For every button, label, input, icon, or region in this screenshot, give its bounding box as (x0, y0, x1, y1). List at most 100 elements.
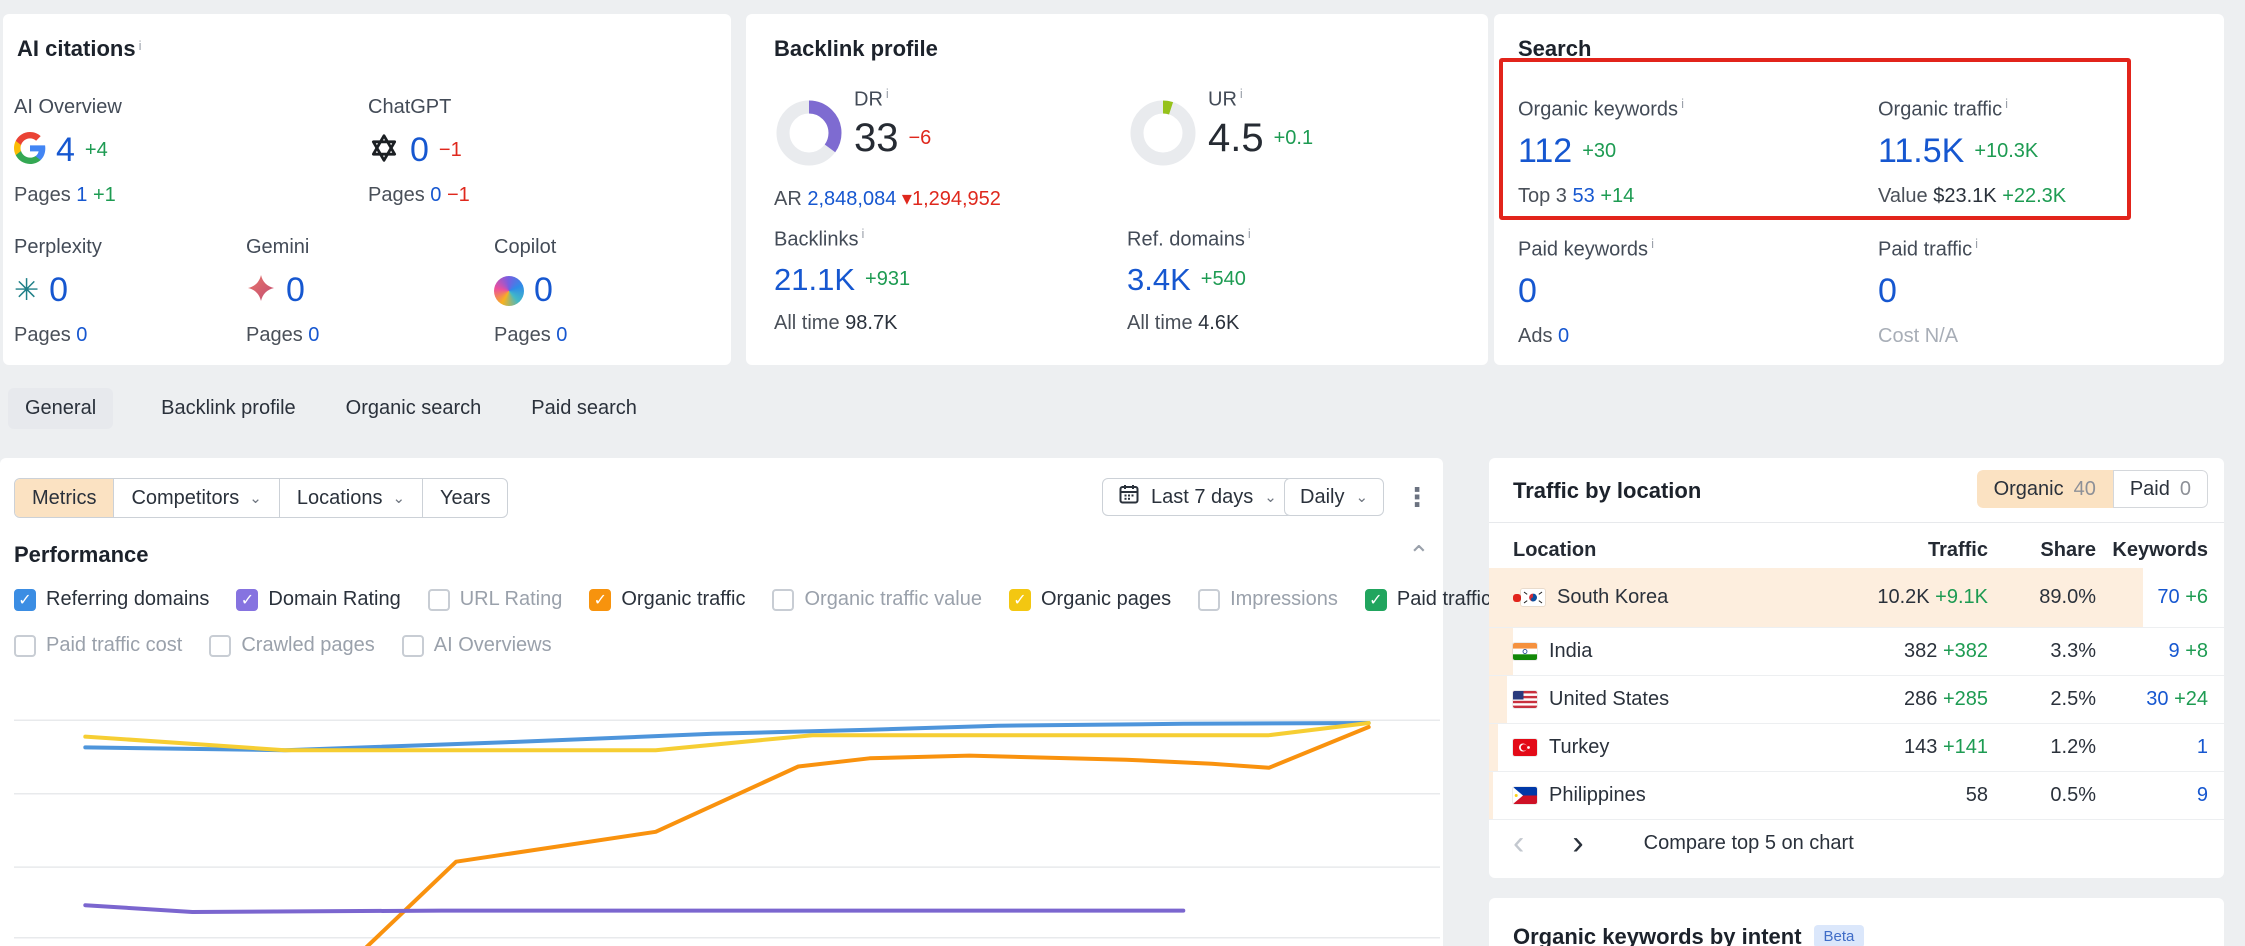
table-row-united-states[interactable]: United States 286 +285 2.5% 30 +24 (1489, 676, 2224, 724)
info-icon[interactable]: i (2005, 96, 2008, 111)
chart-line-organic-pages (85, 723, 1368, 750)
info-icon[interactable]: i (1681, 96, 1684, 111)
table-row-south-korea[interactable]: South Korea 10.2K +9.1K 89.0% 70 +6 (1489, 568, 2224, 628)
organic-paid-toggle: Organic 40 Paid 0 (1977, 470, 2208, 508)
prev-page-icon[interactable]: ‹ (1513, 826, 1524, 860)
collapse-chevron-icon[interactable]: ⌃ (1408, 540, 1430, 571)
info-icon[interactable]: i (1651, 236, 1654, 251)
info-icon[interactable]: i (1240, 86, 1243, 101)
chevron-down-icon: ⌄ (1264, 488, 1277, 506)
section-tabbar: General Backlink profile Organic search … (8, 388, 639, 429)
tab-organic-search[interactable]: Organic search (344, 388, 484, 429)
info-icon[interactable]: i (886, 86, 889, 101)
ai-metric-perplexity: Perplexity ✳ 0 Pages 0 (14, 236, 102, 347)
checkbox-box[interactable]: ✓ (1009, 589, 1031, 611)
share-bar (1489, 628, 1513, 675)
location-table-header: Location Traffic Share Keywords (1489, 532, 2224, 568)
ai-metric-chatgpt: ChatGPT 0 −1 Pages 0 −1 (368, 96, 470, 207)
date-range-button[interactable]: Last 7 days ⌄ (1102, 478, 1293, 516)
filter-metrics-button[interactable]: Metrics (15, 479, 113, 517)
google-icon (14, 132, 46, 169)
toggle-organic[interactable]: Organic 40 (1977, 470, 2113, 508)
table-row-turkey[interactable]: Turkey 143 +141 1.2% 1 (1489, 724, 2224, 772)
checkbox-box[interactable] (209, 635, 231, 657)
flag-turkey (1513, 739, 1537, 756)
backlink-profile-title: Backlink profile (774, 36, 938, 62)
filter-segmented-control: Metrics Competitors⌄ Locations⌄ Years (14, 478, 508, 518)
checkbox-box[interactable] (428, 589, 450, 611)
checkbox-organic-pages[interactable]: ✓Organic pages (1009, 588, 1171, 611)
checkbox-crawled-pages[interactable]: Crawled pages (209, 634, 374, 657)
copilot-icon (494, 276, 524, 306)
checkbox-impressions[interactable]: Impressions (1198, 588, 1338, 611)
organic-keywords-by-intent-card: Organic keywords by intent Beta (1489, 898, 2224, 946)
filter-locations-button[interactable]: Locations⌄ (279, 479, 422, 517)
filter-years-button[interactable]: Years (422, 479, 507, 517)
more-options-kebab-icon[interactable]: ⋮ (1404, 478, 1430, 516)
organic-keywords-by-intent-title: Organic keywords by intent (1513, 924, 1802, 946)
checkbox-url-rating[interactable]: URL Rating (428, 588, 563, 611)
next-page-icon[interactable]: › (1572, 826, 1583, 860)
checkbox-box[interactable] (772, 589, 794, 611)
dr-donut-chart (776, 100, 842, 166)
ai-citations-title: AI citationsi (17, 36, 141, 62)
checkbox-domain-rating[interactable]: ✓Domain Rating (236, 588, 400, 611)
compare-top5-link[interactable]: Compare top 5 on chart (1644, 832, 1854, 855)
tab-backlink-profile[interactable]: Backlink profile (159, 388, 298, 429)
tab-general[interactable]: General (8, 388, 113, 429)
info-icon[interactable]: i (139, 38, 142, 53)
info-icon[interactable]: i (861, 226, 864, 241)
checkbox-box[interactable] (1198, 589, 1220, 611)
beta-badge: Beta (1814, 925, 1865, 946)
column-share[interactable]: Share (1988, 539, 2096, 562)
paid-keywords-metric: Paid keywordsi 0 Ads 0 (1518, 236, 1654, 348)
chevron-down-icon: ⌄ (392, 489, 405, 507)
toggle-paid[interactable]: Paid 0 (2113, 470, 2208, 508)
dr-metric: DRi 33 −6 (854, 86, 931, 161)
table-row-philippines[interactable]: Philippines 58 0.5% 9 (1489, 772, 2224, 820)
chevron-down-icon: ⌄ (1355, 488, 1368, 506)
column-traffic[interactable]: Traffic (1813, 539, 1988, 562)
chart-line-organic-traffic (356, 727, 1368, 946)
column-location[interactable]: Location (1513, 539, 1813, 562)
ar-row: AR 2,848,084 ▾1,294,952 (774, 186, 1001, 211)
location-table-footer: ‹ › Compare top 5 on chart (1513, 826, 1854, 860)
column-keywords[interactable]: Keywords (2096, 539, 2208, 562)
checkbox-paid-traffic-cost[interactable]: Paid traffic cost (14, 634, 182, 657)
organic-keywords-metric: Organic keywordsi 112 +30 Top 3 53 +14 (1518, 96, 1684, 208)
checkbox-box[interactable]: ✓ (236, 589, 258, 611)
ai-metric-ai-overview: AI Overview 4 +4 Pages 1 +1 (14, 96, 122, 207)
share-bar (1489, 724, 1498, 771)
checkbox-referring-domains[interactable]: ✓Referring domains (14, 588, 209, 611)
chevron-down-icon: ⌄ (249, 489, 262, 507)
chatgpt-icon (368, 132, 400, 169)
checkbox-box[interactable]: ✓ (589, 589, 611, 611)
ai-metric-copilot: Copilot 0 Pages 0 (494, 236, 567, 347)
checkbox-box[interactable] (14, 635, 36, 657)
flag-philippines (1513, 787, 1537, 804)
checkbox-organic-traffic-value[interactable]: Organic traffic value (772, 588, 982, 611)
performance-title: Performance (14, 542, 149, 568)
paid-traffic-metric: Paid traffici 0 Cost N/A (1878, 236, 1978, 348)
info-icon[interactable]: i (1975, 236, 1978, 251)
general-overview-panel: Metrics Competitors⌄ Locations⌄ Years La… (0, 458, 1443, 946)
granularity-button[interactable]: Daily ⌄ (1284, 478, 1384, 516)
performance-line-chart[interactable] (14, 674, 1440, 946)
checkbox-paid-traffic[interactable]: ✓Paid traffic (1365, 588, 1491, 611)
ur-metric: URi 4.5 +0.1 (1208, 86, 1313, 161)
table-row-india[interactable]: India 382 +382 3.3% 9 +8 (1489, 628, 2224, 676)
organic-traffic-metric: Organic traffici 11.5K +10.3K Value $23.… (1878, 96, 2066, 208)
flag-south-korea (1521, 589, 1545, 606)
checkbox-ai-overviews[interactable]: AI Overviews (402, 634, 552, 657)
checkbox-box[interactable]: ✓ (1365, 589, 1387, 611)
checkbox-box[interactable] (402, 635, 424, 657)
tab-paid-search[interactable]: Paid search (529, 388, 639, 429)
traffic-by-location-card: Traffic by location Organic 40 Paid 0 Lo… (1489, 458, 2224, 878)
calendar-icon (1118, 483, 1140, 511)
perplexity-icon: ✳ (14, 276, 39, 306)
checkbox-organic-traffic[interactable]: ✓Organic traffic (589, 588, 745, 611)
filter-competitors-button[interactable]: Competitors⌄ (113, 479, 278, 517)
info-icon[interactable]: i (1248, 226, 1251, 241)
checkbox-box[interactable]: ✓ (14, 589, 36, 611)
ai-metric-gemini: Gemini 0 Pages 0 (246, 236, 319, 347)
